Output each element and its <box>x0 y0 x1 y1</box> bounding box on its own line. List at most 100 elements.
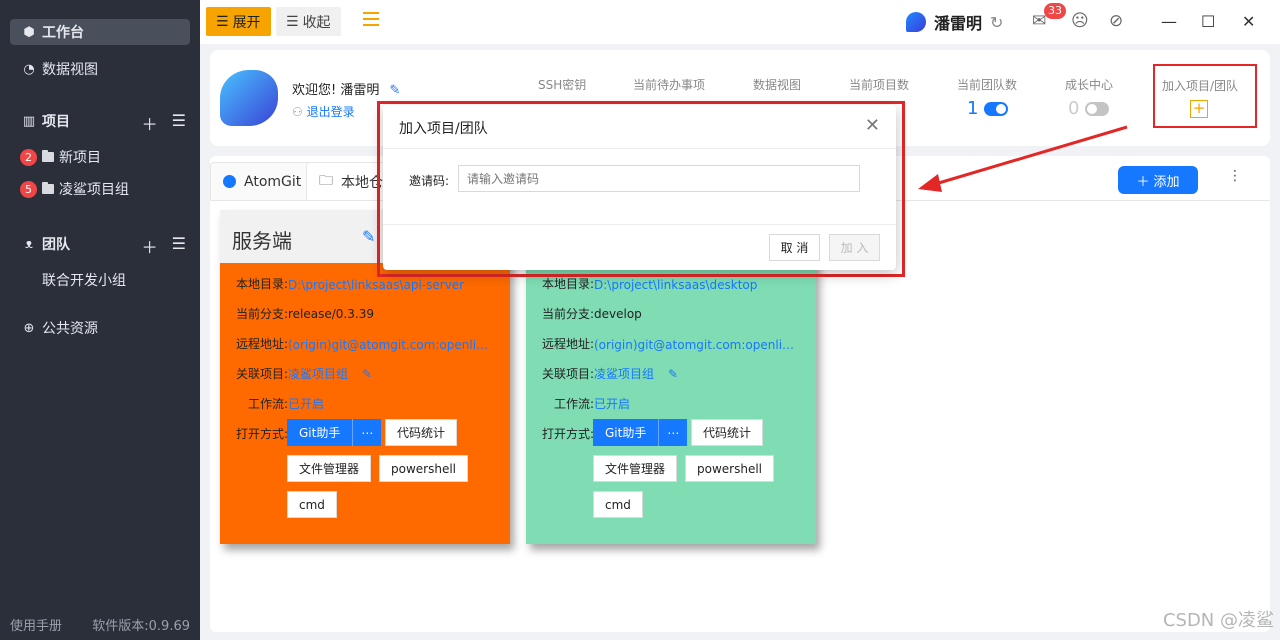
tab-label: AtomGit <box>244 173 302 190</box>
field-label: 工作流: <box>553 397 594 411</box>
local-dir-link[interactable]: D:\project\linksaas\desktop <box>594 278 757 292</box>
list-icon[interactable]: ☰ <box>172 111 186 135</box>
mail-icon[interactable]: ✉ 33 <box>1032 3 1066 31</box>
remote-link[interactable]: (origin)git@atomgit.com:openlinksaas/des… <box>594 338 800 352</box>
edit-icon[interactable]: ✎ <box>390 83 401 98</box>
more-options-icon[interactable]: ⋮ <box>1228 168 1242 184</box>
edit-icon[interactable]: ✎ <box>362 367 372 381</box>
invite-code-input[interactable] <box>458 165 860 192</box>
expand-button[interactable]: ☰ 展开 <box>206 7 271 36</box>
collapse-button[interactable]: ☰ 收起 <box>276 7 341 36</box>
stat-todo[interactable]: 当前待办事项 <box>633 76 705 93</box>
unread-badge: 5 <box>20 180 37 198</box>
list-icon[interactable]: ☰ <box>172 234 186 258</box>
user-info[interactable]: 潘雷明 ↻ <box>906 10 1003 34</box>
git-helper-button[interactable]: Git助手 ⋯ <box>287 419 382 446</box>
growth-toggle[interactable] <box>1085 101 1110 116</box>
sidebar-section-label: 项目 <box>42 114 70 130</box>
sidebar-item-data-view[interactable]: ◔ 数据视图 <box>10 56 190 82</box>
field-label: 当前分支: <box>235 307 288 321</box>
field-label: 关联项目: <box>541 367 594 381</box>
linked-project-link[interactable]: 凌鲨项目组 <box>594 367 654 381</box>
remote-link[interactable]: (origin)git@atomgit.com:openlinksaas/api… <box>288 338 494 352</box>
maximize-icon[interactable]: ☐ <box>1201 12 1215 31</box>
field-label: 远程地址: <box>541 337 594 351</box>
workflow-status[interactable]: 已开启 <box>594 397 630 411</box>
repo-workflow: 工作流:已开启 <box>232 395 324 412</box>
mail-count-badge: 33 <box>1044 3 1066 19</box>
branch-value: develop <box>594 307 642 321</box>
repo-local-dir: 本地目录:D:\project\linksaas\api-server <box>232 275 464 292</box>
sidebar-item-public-resources[interactable]: ⊕ 公共资源 <box>10 315 190 341</box>
join-label: 加入项目/团队 <box>1162 79 1239 93</box>
sidebar: ⬢ 工作台 ◔ 数据视图 ▥ 项目 ＋ ☰ 2 新项目 5 凌鲨项目组 ᴥ 团队… <box>0 0 200 640</box>
git-helper-label: Git助手 <box>299 426 341 440</box>
field-label: 本地目录: <box>235 277 288 291</box>
stat-data-view[interactable]: 数据视图 <box>753 76 801 93</box>
cmd-button[interactable]: cmd <box>287 491 337 518</box>
folder-icon <box>42 182 54 194</box>
stat-label: 当前团队数 <box>957 78 1018 92</box>
repo-branch: 当前分支:develop <box>538 305 642 322</box>
eye-off-icon[interactable]: ⊘ <box>1109 11 1123 31</box>
sidebar-item-team[interactable]: 联合开发小组 <box>10 267 190 293</box>
add-repo-button[interactable]: ＋ 添加 <box>1118 166 1198 194</box>
edit-icon[interactable]: ✎ <box>668 367 678 381</box>
linked-project-link[interactable]: 凌鲨项目组 <box>288 367 348 381</box>
more-dots-icon[interactable]: ⋯ <box>658 419 687 446</box>
file-manager-button[interactable]: 文件管理器 <box>593 455 678 482</box>
menu-icon[interactable] <box>363 12 379 26</box>
sidebar-item-workbench[interactable]: ⬢ 工作台 <box>10 19 190 45</box>
edit-icon[interactable]: ✎ <box>362 227 375 246</box>
powershell-button[interactable]: powershell <box>379 455 468 482</box>
field-label: 本地目录: <box>541 277 594 291</box>
status-face-icon[interactable]: ☹ <box>1071 11 1089 31</box>
join-plus-icon[interactable]: + <box>1190 100 1208 118</box>
add-team-icon[interactable]: ＋ <box>142 234 158 258</box>
cmd-button[interactable]: cmd <box>593 491 643 518</box>
growth-value: 0 <box>1068 98 1110 119</box>
project-icon: ▥ <box>22 113 36 129</box>
code-stats-button[interactable]: 代码统计 <box>691 419 764 446</box>
tab-atomgit[interactable]: AtomGit <box>210 162 315 200</box>
join-dialog: 加入项目/团队 ✕ 邀请码: 取 消 加 入 <box>383 105 896 270</box>
git-helper-label: Git助手 <box>605 426 647 440</box>
stat-project-count[interactable]: 当前项目数 <box>849 76 909 93</box>
add-project-icon[interactable]: ＋ <box>142 111 158 135</box>
sidebar-item-label: 凌鲨项目组 <box>59 182 129 198</box>
join-highlight-box: 加入项目/团队 + <box>1153 64 1257 128</box>
unread-badge: 2 <box>20 148 37 166</box>
join-button[interactable]: 加 入 <box>829 234 880 261</box>
more-dots-icon[interactable]: ⋯ <box>352 419 381 446</box>
sidebar-item-label: 公共资源 <box>42 321 98 337</box>
sidebar-item-project[interactable]: 2 新项目 <box>10 144 190 170</box>
powershell-button[interactable]: powershell <box>685 455 774 482</box>
repo-open-with: 打开方式: <box>538 425 594 442</box>
field-label: 工作流: <box>247 397 288 411</box>
manual-link[interactable]: 使用手册 <box>10 615 62 634</box>
minimize-icon[interactable]: — <box>1161 12 1177 31</box>
local-dir-link[interactable]: D:\project\linksaas\api-server <box>288 278 464 292</box>
logout-link[interactable]: ⚇ 退出登录 <box>292 103 355 120</box>
stat-growth-center[interactable]: 成长中心 <box>1065 76 1113 93</box>
stat-ssh-key[interactable]: SSH密钥 <box>538 76 586 93</box>
stat-label: 当前待办事项 <box>633 78 706 92</box>
stat-team-count[interactable]: 当前团队数 <box>957 76 1017 93</box>
globe-icon: ⊕ <box>23 320 35 336</box>
pie-chart-icon: ◔ <box>23 61 35 77</box>
close-icon[interactable]: ✕ <box>865 115 880 136</box>
folder-outline-icon: 🗀 <box>319 172 333 189</box>
team-toggle[interactable] <box>984 101 1009 116</box>
close-icon[interactable]: ✕ <box>1242 12 1255 31</box>
workflow-status[interactable]: 已开启 <box>288 397 324 411</box>
cancel-button[interactable]: 取 消 <box>769 234 820 261</box>
sidebar-item-project[interactable]: 5 凌鲨项目组 <box>10 176 190 202</box>
stat-label: 成长中心 <box>1065 78 1114 92</box>
refresh-icon[interactable]: ↻ <box>990 13 1003 32</box>
stat-label: 当前项目数 <box>849 78 910 92</box>
project-actions: ＋ ☰ <box>142 111 186 135</box>
code-stats-button[interactable]: 代码统计 <box>385 419 458 446</box>
repo-remote: 远程地址:(origin)git@atomgit.com:openlinksaa… <box>538 335 800 352</box>
git-helper-button[interactable]: Git助手 ⋯ <box>593 419 688 446</box>
file-manager-button[interactable]: 文件管理器 <box>287 455 372 482</box>
